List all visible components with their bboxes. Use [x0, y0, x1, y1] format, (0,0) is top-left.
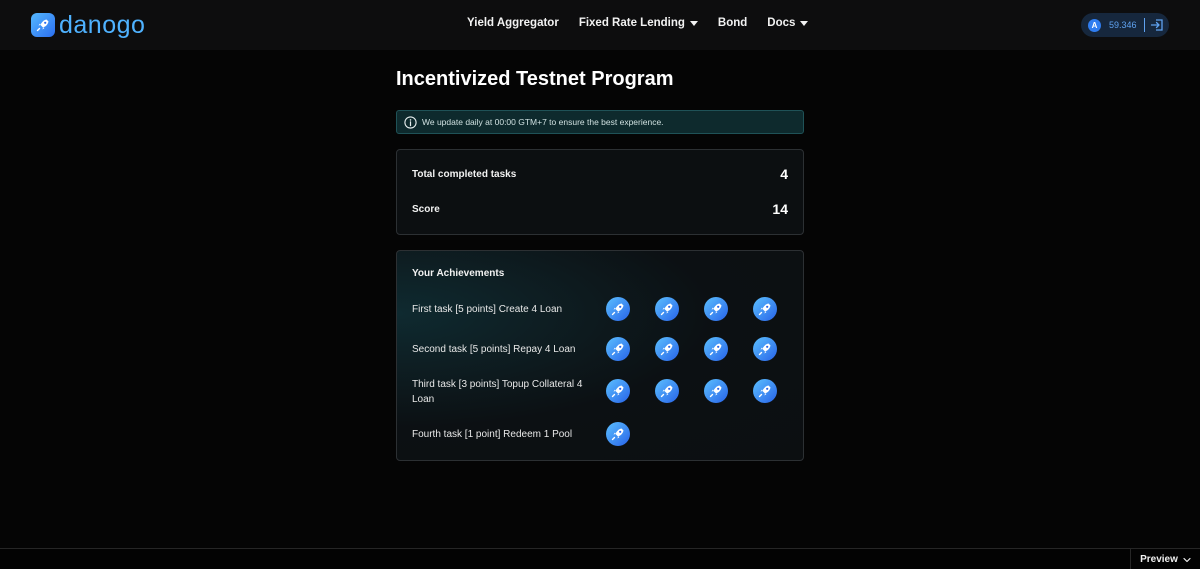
stats-card: Total completed tasks 4 Score 14	[396, 149, 804, 235]
caret-down-icon	[800, 20, 809, 26]
nav-fixed-rate-lending[interactable]: Fixed Rate Lending	[579, 17, 698, 29]
wallet-avatar: A	[1088, 18, 1101, 32]
badge-group	[606, 379, 802, 403]
rocket-icon	[610, 301, 626, 317]
badge-group	[606, 337, 802, 361]
preview-button[interactable]: Preview	[1130, 549, 1200, 569]
task-label: Fourth task [1 point] Redeem 1 Pool	[412, 429, 573, 440]
wallet-balance: 59.346	[1109, 20, 1137, 30]
update-notice: We update daily at 00:00 GTM+7 to ensure…	[396, 110, 804, 134]
achievement-badge	[704, 297, 728, 321]
preview-label: Preview	[1140, 554, 1178, 565]
task-label: First task [5 points] Create 4 Loan	[412, 304, 563, 315]
achievements-title: Your Achievements	[412, 268, 505, 279]
task-label: Second task [5 points] Repay 4 Loan	[412, 344, 576, 355]
nav-label: Fixed Rate Lending	[578, 17, 685, 29]
badge-group	[606, 297, 802, 321]
rocket-icon	[708, 341, 724, 357]
stat-score: Score 14	[412, 201, 788, 217]
achievement-badge	[606, 379, 630, 403]
rocket-icon	[659, 301, 675, 317]
stat-label: Score	[412, 203, 440, 215]
achievement-badge	[753, 337, 777, 361]
caret-down-icon	[689, 20, 698, 26]
logo-text: danogo	[59, 11, 146, 39]
nav-label: Docs	[767, 17, 796, 29]
stat-total-tasks: Total completed tasks 4	[412, 166, 788, 182]
notice-text: We update daily at 00:00 GTM+7 to ensure…	[422, 117, 664, 127]
chevron-down-icon	[1183, 557, 1191, 563]
achievement-badge	[606, 297, 630, 321]
rocket-icon	[659, 383, 675, 399]
nav-docs[interactable]: Docs	[767, 17, 809, 29]
task-label: Third task [3 points] Topup Collateral 4…	[412, 379, 583, 405]
achievement-badge	[704, 337, 728, 361]
wallet-divider	[1143, 18, 1145, 32]
main-nav: Yield Aggregator Fixed Rate Lending Bond…	[467, 17, 828, 29]
rocket-icon	[757, 383, 773, 399]
achievement-badge	[655, 337, 679, 361]
wallet-pill[interactable]: A 59.346	[1081, 13, 1169, 37]
logout-icon[interactable]	[1150, 18, 1164, 32]
badge-group	[606, 422, 655, 446]
page-title: Incentivized Testnet Program	[396, 68, 674, 90]
logo[interactable]: danogo	[31, 11, 146, 39]
achievements-card: Your Achievements First task [5 points] …	[396, 250, 804, 461]
rocket-icon	[610, 426, 626, 442]
rocket-icon	[659, 341, 675, 357]
info-icon	[404, 115, 417, 129]
top-header: danogo Yield Aggregator Fixed Rate Lendi…	[0, 0, 1200, 50]
stat-label: Total completed tasks	[412, 168, 517, 180]
rocket-icon	[708, 301, 724, 317]
nav-yield-aggregator[interactable]: Yield Aggregator	[467, 17, 559, 29]
nav-bond[interactable]: Bond	[718, 17, 747, 29]
stat-value: 14	[772, 201, 788, 217]
nav-label: Yield Aggregator	[467, 17, 559, 29]
achievement-badge	[753, 297, 777, 321]
achievement-badge	[606, 337, 630, 361]
rocket-icon	[610, 341, 626, 357]
rocket-icon	[757, 301, 773, 317]
nav-label: Bond	[717, 17, 748, 29]
rocket-icon	[31, 13, 55, 37]
achievement-badge	[606, 422, 630, 446]
rocket-icon	[610, 383, 626, 399]
achievement-badge	[655, 379, 679, 403]
footer-bar: Preview	[0, 548, 1200, 569]
app: danogo Yield Aggregator Fixed Rate Lendi…	[0, 0, 1200, 569]
achievement-badge	[704, 379, 728, 403]
rocket-icon	[757, 341, 773, 357]
achievement-badge	[753, 379, 777, 403]
stat-value: 4	[780, 166, 788, 182]
rocket-icon	[708, 383, 724, 399]
achievement-badge	[655, 297, 679, 321]
